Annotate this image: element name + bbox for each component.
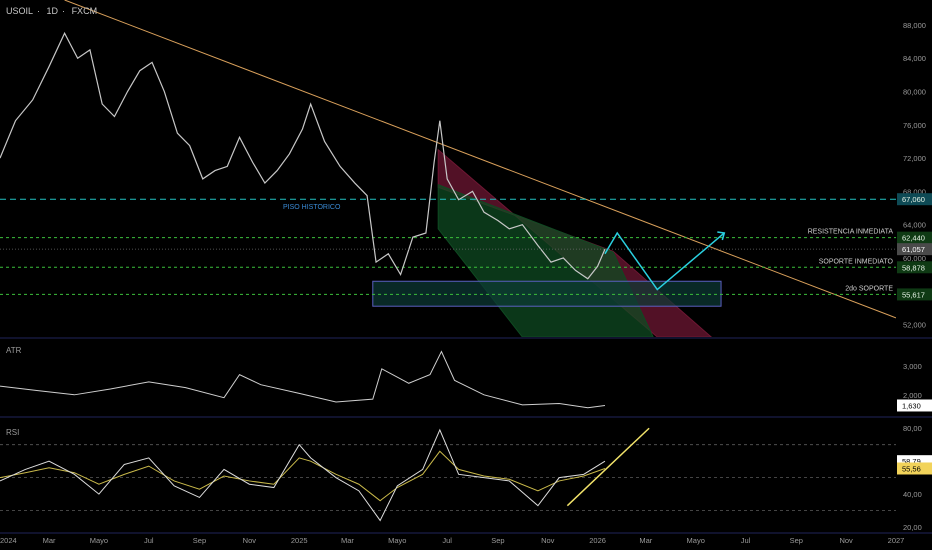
chart-canvas[interactable]: 52,00056,00060,00064,00068,00072,00076,0…	[0, 0, 932, 550]
rsi-ma-label: 55,56	[902, 464, 921, 473]
price-tick-label: 72,000	[903, 154, 926, 163]
price-tick-label: 76,000	[903, 121, 926, 130]
atr-tick-label: 3,000	[903, 362, 922, 371]
time-tick-label: Mayo	[388, 536, 406, 545]
time-tick-label: Mar	[341, 536, 354, 545]
time-tick-label: Sep	[193, 536, 206, 545]
price-tick-label: 64,000	[903, 221, 926, 230]
level-label-piso: PISO HISTORICO	[283, 204, 341, 211]
level-value-soporte: 58,878	[902, 263, 925, 272]
time-tick-label: Sep	[491, 536, 504, 545]
level-value-soporte2: 55,617	[902, 290, 925, 299]
atr-series	[0, 350, 606, 409]
separator: ·	[62, 6, 66, 16]
time-tick-label: Mar	[43, 536, 56, 545]
time-tick-label: Mar	[639, 536, 652, 545]
time-tick-label: Jul	[442, 536, 452, 545]
level-label-resistencia: RESISTENCIA INMEDIATA	[808, 229, 894, 236]
time-tick-label: 2027	[888, 536, 905, 545]
time-tick-label: Jul	[741, 536, 751, 545]
price-tick-label: 80,000	[903, 88, 926, 97]
symbol-label: USOIL	[6, 6, 34, 16]
rsi-tick-label: 40,00	[903, 490, 922, 499]
level-label-soporte: SOPORTE INMEDIATO	[819, 258, 894, 265]
level-value-resistencia: 62,440	[902, 234, 925, 243]
last-price-label: 61,057	[902, 245, 925, 254]
atr-tick-label: 2,000	[903, 391, 922, 400]
atr-value-label: 1,630	[902, 401, 921, 410]
chart-title: USOIL · 1D · FXCM	[6, 6, 101, 16]
time-tick-label: Mayo	[90, 536, 108, 545]
time-tick-label: Sep	[790, 536, 803, 545]
exchange-label: FXCM	[71, 6, 98, 16]
price-tick-label: 88,000	[903, 21, 926, 30]
price-tick-label: 52,000	[903, 321, 926, 330]
time-tick-label: Jul	[144, 536, 154, 545]
rsi-series	[0, 428, 606, 522]
rsi-tick-label: 80,00	[903, 424, 922, 433]
level-value-piso: 67,060	[902, 195, 925, 204]
time-tick-label: 2024	[0, 536, 17, 545]
time-tick-label: Nov	[839, 536, 853, 545]
time-tick-label: 2025	[291, 536, 308, 545]
time-tick-label: 2026	[589, 536, 606, 545]
time-tick-label: Nov	[243, 536, 257, 545]
rsi-ma-series	[0, 450, 606, 502]
rsi-tick-label: 20,00	[903, 523, 922, 532]
time-tick-label: Nov	[541, 536, 555, 545]
separator: ·	[37, 6, 41, 16]
support-zone	[372, 280, 722, 307]
rsi-trendline	[566, 427, 650, 507]
time-tick-label: Mayo	[687, 536, 705, 545]
timeframe-label: 1D	[46, 6, 59, 16]
price-pane	[0, 0, 896, 337]
rsi-pane-label: RSI	[6, 428, 20, 437]
atr-pane-label: ATR	[6, 346, 22, 355]
level-label-soporte2: 2do SOPORTE	[845, 285, 893, 292]
price-tick-label: 84,000	[903, 54, 926, 63]
